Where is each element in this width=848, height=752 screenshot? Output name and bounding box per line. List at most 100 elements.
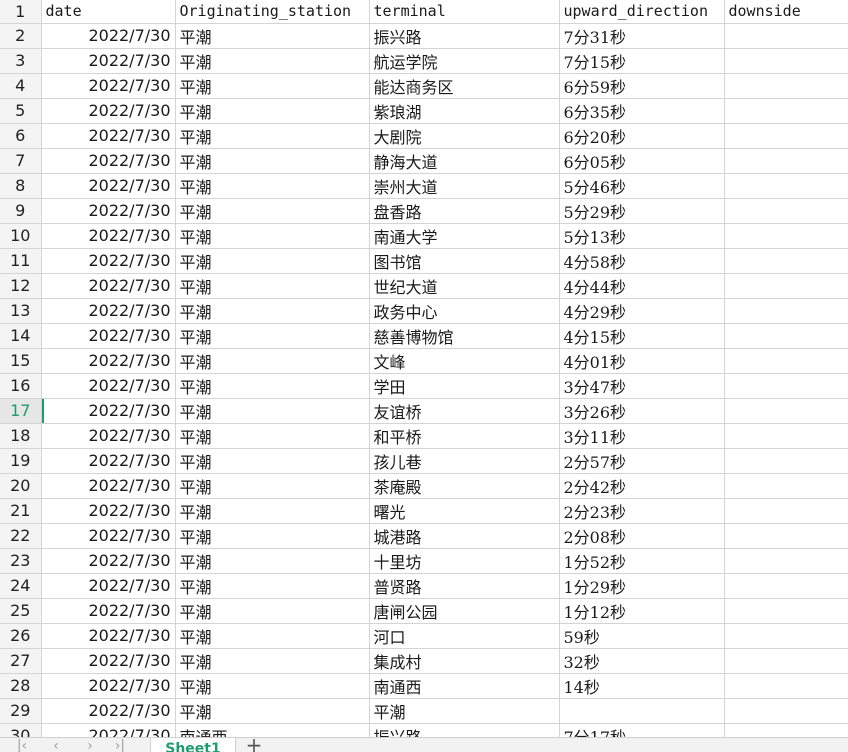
prev-sheet-icon[interactable]: ‹ <box>48 738 64 752</box>
cell-originating-station[interactable]: 平潮 <box>175 423 370 449</box>
cell-date[interactable]: 2022/7/30 <box>41 723 176 737</box>
cell-downside[interactable] <box>724 298 848 324</box>
cell-originating-station[interactable]: 平潮 <box>175 673 370 699</box>
cell-downside[interactable] <box>724 598 848 624</box>
cell-upward-direction[interactable]: 2分57秒 <box>559 448 725 474</box>
row-number[interactable]: 20 <box>0 473 42 499</box>
cell-downside[interactable] <box>724 698 848 724</box>
cell-upward-direction[interactable]: 6分35秒 <box>559 98 725 124</box>
cell-date[interactable]: 2022/7/30 <box>41 348 176 374</box>
cell-terminal[interactable]: 紫琅湖 <box>369 98 560 124</box>
cell-terminal[interactable]: 普贤路 <box>369 573 560 599</box>
cell-originating-station[interactable]: 平潮 <box>175 323 370 349</box>
cell-terminal[interactable]: 曙光 <box>369 498 560 524</box>
add-sheet-button[interactable]: + <box>244 738 264 752</box>
row-number[interactable]: 2 <box>0 23 42 49</box>
cell-upward-direction[interactable]: 1分29秒 <box>559 573 725 599</box>
cell-terminal[interactable]: 学田 <box>369 373 560 399</box>
row-number[interactable]: 16 <box>0 373 42 399</box>
cell-terminal[interactable]: 政务中心 <box>369 298 560 324</box>
cell-date[interactable]: 2022/7/30 <box>41 23 176 49</box>
cell-terminal[interactable]: 和平桥 <box>369 423 560 449</box>
cell-terminal[interactable]: 唐闸公园 <box>369 598 560 624</box>
row-number[interactable]: 15 <box>0 348 42 374</box>
cell-terminal[interactable]: 崇州大道 <box>369 173 560 199</box>
cell-date[interactable]: 2022/7/30 <box>41 48 176 74</box>
cell-terminal[interactable]: 盘香路 <box>369 198 560 224</box>
cell-date[interactable]: 2022/7/30 <box>41 398 176 424</box>
last-sheet-icon[interactable]: ›| <box>112 738 128 752</box>
cell-originating-station[interactable]: 平潮 <box>175 373 370 399</box>
row-number[interactable]: 25 <box>0 598 42 624</box>
cell-upward-direction[interactable]: 6分59秒 <box>559 73 725 99</box>
cell-downside[interactable] <box>724 573 848 599</box>
cell-downside[interactable] <box>724 448 848 474</box>
row-number[interactable]: 9 <box>0 198 42 224</box>
cell-terminal[interactable]: 集成村 <box>369 648 560 674</box>
cell-originating-station[interactable]: 平潮 <box>175 198 370 224</box>
cell-downside[interactable] <box>724 73 848 99</box>
cell-upward-direction[interactable]: 6分05秒 <box>559 148 725 174</box>
cell-upward-direction[interactable]: 4分01秒 <box>559 348 725 374</box>
cell-originating-station[interactable]: 平潮 <box>175 598 370 624</box>
row-number[interactable]: 11 <box>0 248 42 274</box>
cell-date[interactable]: 2022/7/30 <box>41 223 176 249</box>
cell-terminal[interactable]: 大剧院 <box>369 123 560 149</box>
cell-originating-station[interactable]: 平潮 <box>175 23 370 49</box>
cell-upward-direction[interactable]: 4分29秒 <box>559 298 725 324</box>
cell-date[interactable]: 2022/7/30 <box>41 698 176 724</box>
row-number[interactable]: 8 <box>0 173 42 199</box>
cell-date[interactable]: 2022/7/30 <box>41 573 176 599</box>
cell-downside[interactable] <box>724 473 848 499</box>
cell-originating-station[interactable]: 平潮 <box>175 298 370 324</box>
cell-upward-direction[interactable] <box>559 698 725 724</box>
cell-originating-station[interactable]: 平潮 <box>175 548 370 574</box>
cell-upward-direction[interactable]: 4分44秒 <box>559 273 725 299</box>
row-number[interactable]: 24 <box>0 573 42 599</box>
cell-terminal[interactable]: 孩儿巷 <box>369 448 560 474</box>
cell-originating-station[interactable]: 平潮 <box>175 248 370 274</box>
row-number[interactable]: 12 <box>0 273 42 299</box>
cell-downside[interactable] <box>724 173 848 199</box>
cell-upward-direction[interactable]: 7分15秒 <box>559 48 725 74</box>
spreadsheet-grid[interactable]: 1 date Originating_station terminal upwa… <box>0 0 848 737</box>
cell-downside[interactable] <box>724 98 848 124</box>
cell-upward-direction[interactable]: 3分26秒 <box>559 398 725 424</box>
cell-upward-direction[interactable]: 3分47秒 <box>559 373 725 399</box>
cell-originating-station[interactable]: 平潮 <box>175 498 370 524</box>
cell-upward-direction[interactable]: 5分29秒 <box>559 198 725 224</box>
cell-downside[interactable] <box>724 548 848 574</box>
header-cell-date[interactable]: date <box>41 0 176 24</box>
sheet-tab-sheet1[interactable]: Sheet1 <box>150 738 236 752</box>
cell-terminal[interactable]: 振兴路 <box>369 23 560 49</box>
cell-upward-direction[interactable]: 1分52秒 <box>559 548 725 574</box>
row-number[interactable]: 23 <box>0 548 42 574</box>
cell-upward-direction[interactable]: 5分13秒 <box>559 223 725 249</box>
cell-terminal[interactable]: 十里坊 <box>369 548 560 574</box>
cell-terminal[interactable]: 城港路 <box>369 523 560 549</box>
row-number-1[interactable]: 1 <box>0 0 42 24</box>
row-number[interactable]: 17 <box>0 398 42 424</box>
cell-upward-direction[interactable]: 14秒 <box>559 673 725 699</box>
cell-terminal[interactable]: 振兴路 <box>369 723 560 737</box>
row-number[interactable]: 10 <box>0 223 42 249</box>
cell-originating-station[interactable]: 南通西 <box>175 723 370 737</box>
row-number[interactable]: 22 <box>0 523 42 549</box>
cell-upward-direction[interactable]: 59秒 <box>559 623 725 649</box>
row-number[interactable]: 27 <box>0 648 42 674</box>
cell-terminal[interactable]: 河口 <box>369 623 560 649</box>
cell-date[interactable]: 2022/7/30 <box>41 323 176 349</box>
cell-terminal[interactable]: 平潮 <box>369 698 560 724</box>
cell-downside[interactable] <box>724 248 848 274</box>
cell-downside[interactable] <box>724 323 848 349</box>
cell-terminal[interactable]: 文峰 <box>369 348 560 374</box>
row-number[interactable]: 6 <box>0 123 42 149</box>
cell-terminal[interactable]: 南通大学 <box>369 223 560 249</box>
row-number[interactable]: 29 <box>0 698 42 724</box>
cell-terminal[interactable]: 茶庵殿 <box>369 473 560 499</box>
cell-originating-station[interactable]: 平潮 <box>175 698 370 724</box>
cell-downside[interactable] <box>724 373 848 399</box>
cell-date[interactable]: 2022/7/30 <box>41 373 176 399</box>
cell-date[interactable]: 2022/7/30 <box>41 623 176 649</box>
cell-date[interactable]: 2022/7/30 <box>41 673 176 699</box>
